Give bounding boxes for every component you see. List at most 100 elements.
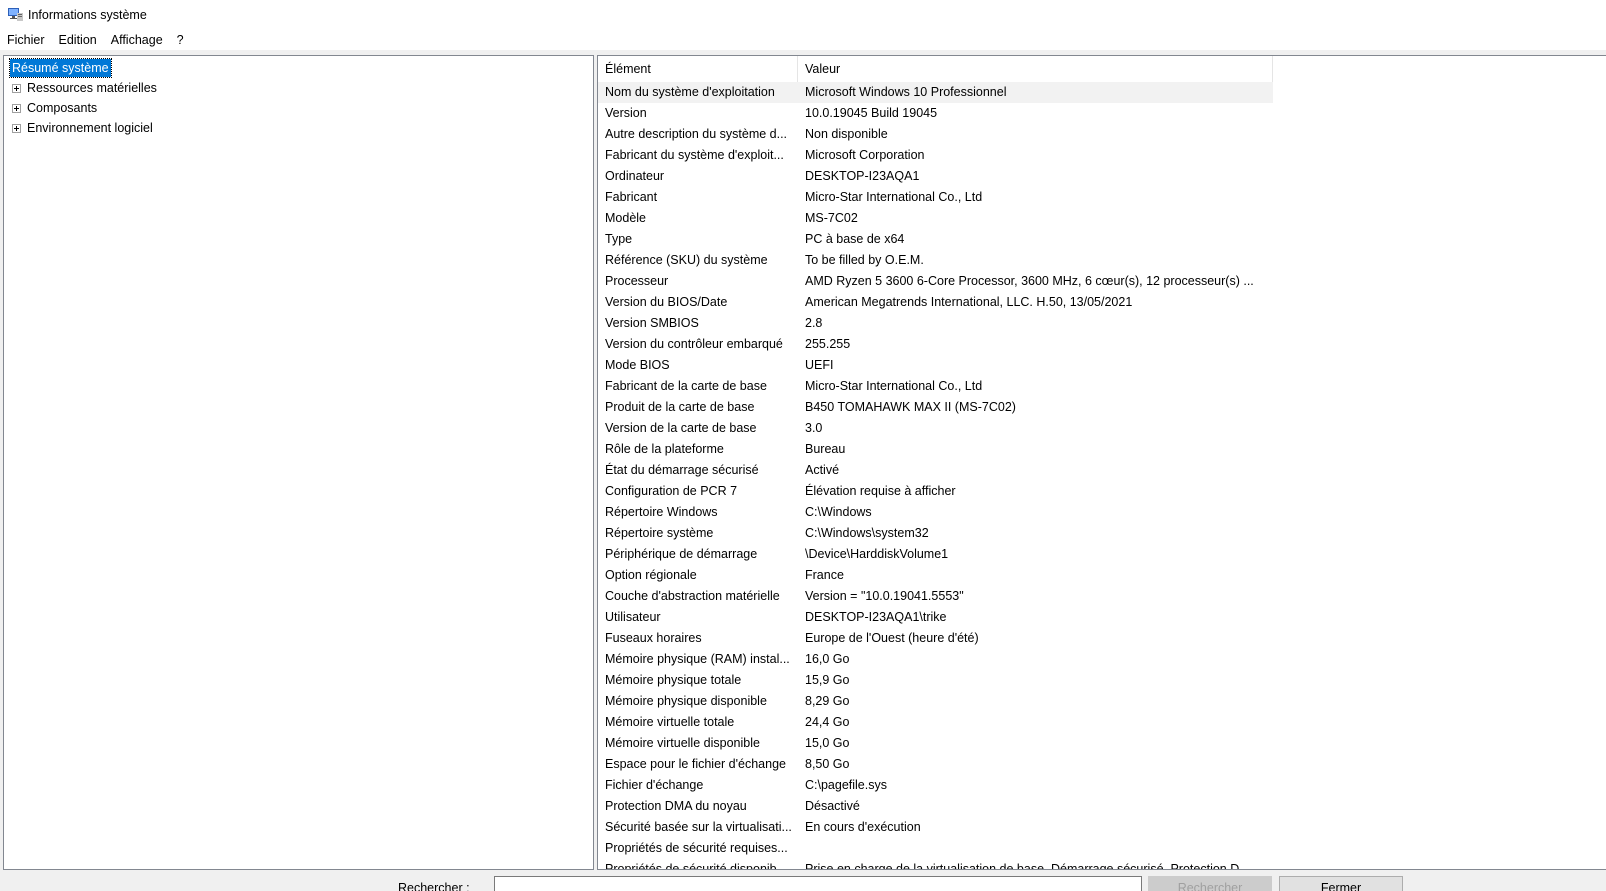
search-bar: Rechercher : Rechercher Fermer: [0, 872, 1606, 891]
table-row[interactable]: Sécurité basée sur la virtualisati... En …: [598, 817, 1606, 838]
table-row[interactable]: Mémoire physique disponible 8,29 Go: [598, 691, 1606, 712]
tree-item-system-summary[interactable]: Résumé système: [9, 58, 112, 78]
cell-element: Ordinateur: [605, 169, 665, 183]
search-input[interactable]: [494, 876, 1142, 891]
tree-item-label: Environnement logiciel: [27, 121, 153, 135]
table-row[interactable]: Mémoire physique (RAM) instal... 16,0 Go: [598, 649, 1606, 670]
cell-value: Europe de l'Ouest (heure d'été): [805, 631, 979, 645]
search-button[interactable]: Rechercher: [1148, 876, 1272, 891]
table-row[interactable]: État du démarrage sécurisé Activé: [598, 460, 1606, 481]
cell-element: Nom du système d'exploitation: [598, 82, 798, 103]
cell-element: Espace pour le fichier d'échange: [605, 757, 786, 771]
cell-element: Autre description du système d...: [605, 127, 788, 141]
menu-view[interactable]: Affichage: [104, 30, 170, 50]
table-row[interactable]: Répertoire Windows C:\Windows: [598, 502, 1606, 523]
cell-element: Version SMBIOS: [605, 316, 699, 330]
table-row[interactable]: Fabricant du système d'exploit... Microso…: [598, 145, 1606, 166]
table-row[interactable]: Configuration de PCR 7 Élévation requise …: [598, 481, 1606, 502]
cell-value: 16,0 Go: [805, 652, 850, 666]
table-row[interactable]: Version de la carte de base 3.0: [598, 418, 1606, 439]
cell-value: DESKTOP-I23AQA1: [805, 169, 920, 183]
tree-item-label: Ressources matérielles: [27, 81, 157, 95]
cell-element: Mode BIOS: [605, 358, 670, 372]
cell-element: Périphérique de démarrage: [605, 547, 758, 561]
tree-item-components[interactable]: Composants: [12, 99, 97, 117]
cell-element: Rôle de la plateforme: [605, 442, 724, 456]
category-tree[interactable]: Résumé système Ressources matérielles Co…: [3, 55, 594, 870]
cell-element: Fichier d'échange: [605, 778, 704, 792]
cell-element: Utilisateur: [605, 610, 661, 624]
expand-plus-icon[interactable]: [12, 84, 21, 94]
menu-help[interactable]: ?: [170, 30, 191, 50]
table-row[interactable]: Périphérique de démarrage \Device\Harddis…: [598, 544, 1606, 565]
table-row[interactable]: Type PC à base de x64: [598, 229, 1606, 250]
column-header-element[interactable]: Élément: [598, 56, 798, 82]
cell-value: Désactivé: [805, 799, 860, 813]
table-row[interactable]: Mémoire virtuelle totale 24,4 Go: [598, 712, 1606, 733]
table-row[interactable]: Mémoire virtuelle disponible 15,0 Go: [598, 733, 1606, 754]
cell-element: Mémoire physique totale: [605, 673, 742, 687]
cell-value: 255.255: [805, 337, 851, 351]
menu-bar: Fichier Edition Affichage ?: [0, 30, 1606, 50]
cell-value: En cours d'exécution: [805, 820, 921, 834]
cell-element: Sécurité basée sur la virtualisati...: [605, 820, 792, 834]
column-header-value[interactable]: Valeur: [798, 56, 1273, 82]
expand-plus-icon[interactable]: [12, 124, 21, 134]
expand-plus-icon[interactable]: [12, 104, 21, 114]
table-row[interactable]: Fabricant Micro-Star International Co., L…: [598, 187, 1606, 208]
cell-value: Microsoft Corporation: [805, 148, 925, 162]
table-row[interactable]: Fabricant de la carte de base Micro-Star …: [598, 376, 1606, 397]
cell-element: Mémoire virtuelle disponible: [605, 736, 760, 750]
table-row[interactable]: Version du BIOS/Date American Megatrends …: [598, 292, 1606, 313]
table-row[interactable]: Rôle de la plateforme Bureau: [598, 439, 1606, 460]
table-row[interactable]: Option régionale France: [598, 565, 1606, 586]
table-row[interactable]: Fichier d'échange C:\pagefile.sys: [598, 775, 1606, 796]
cell-value: 2.8: [805, 316, 823, 330]
table-row[interactable]: Autre description du système d... Non dis…: [598, 124, 1606, 145]
table-row[interactable]: Processeur AMD Ryzen 5 3600 6-Core Proces…: [598, 271, 1606, 292]
table-row[interactable]: Répertoire système C:\Windows\system32: [598, 523, 1606, 544]
cell-element: Produit de la carte de base: [605, 400, 755, 414]
cell-value: Prise en charge de la virtualisation de …: [805, 862, 1250, 870]
table-row[interactable]: Fuseaux horaires Europe de l'Ouest (heure…: [598, 628, 1606, 649]
cell-value: C:\Windows: [805, 505, 872, 519]
table-row[interactable]: Modèle MS-7C02: [598, 208, 1606, 229]
cell-element: Mémoire physique (RAM) instal...: [605, 652, 790, 666]
system-information-window: Informations système Fichier Edition Aff…: [0, 0, 1606, 891]
close-button[interactable]: Fermer: [1279, 876, 1403, 891]
details-list[interactable]: Élément Valeur Nom du système d'exploita…: [597, 55, 1606, 870]
cell-element: Configuration de PCR 7: [605, 484, 738, 498]
cell-element: Protection DMA du noyau: [605, 799, 747, 813]
table-row[interactable]: Utilisateur DESKTOP-I23AQA1\trike: [598, 607, 1606, 628]
table-row[interactable]: Mode BIOS UEFI: [598, 355, 1606, 376]
table-row[interactable]: Nom du système d'exploitation Microsoft W…: [598, 82, 1606, 103]
cell-value: B450 TOMAHAWK MAX II (MS-7C02): [805, 400, 1016, 414]
system-info-app-icon: [8, 8, 23, 21]
table-row[interactable]: Référence (SKU) du système To be filled b…: [598, 250, 1606, 271]
cell-value: AMD Ryzen 5 3600 6-Core Processor, 3600 …: [805, 274, 1254, 288]
tree-item-hardware-resources[interactable]: Ressources matérielles: [12, 79, 157, 97]
cell-element: État du démarrage sécurisé: [605, 463, 759, 477]
table-row[interactable]: Couche d'abstraction matérielle Version =…: [598, 586, 1606, 607]
cell-value: 15,0 Go: [805, 736, 850, 750]
table-row[interactable]: Espace pour le fichier d'échange 8,50 Go: [598, 754, 1606, 775]
cell-value: Micro-Star International Co., Ltd: [805, 190, 983, 204]
table-row[interactable]: Version SMBIOS 2.8: [598, 313, 1606, 334]
cell-value: Micro-Star International Co., Ltd: [805, 379, 983, 393]
cell-element: Fabricant: [605, 190, 658, 204]
table-row[interactable]: Produit de la carte de base B450 TOMAHAWK…: [598, 397, 1606, 418]
table-row[interactable]: Ordinateur DESKTOP-I23AQA1: [598, 166, 1606, 187]
table-row[interactable]: Mémoire physique totale 15,9 Go: [598, 670, 1606, 691]
cell-element: Fabricant de la carte de base: [605, 379, 767, 393]
table-row[interactable]: Version du contrôleur embarqué 255.255: [598, 334, 1606, 355]
table-row[interactable]: Propriétés de sécurité disponib... Prise …: [598, 859, 1606, 870]
table-row[interactable]: Protection DMA du noyau Désactivé: [598, 796, 1606, 817]
menu-edit[interactable]: Edition: [52, 30, 104, 50]
menu-file[interactable]: Fichier: [0, 30, 52, 50]
cell-element: Répertoire système: [605, 526, 714, 540]
tree-item-software-environment[interactable]: Environnement logiciel: [12, 119, 153, 137]
table-row[interactable]: Version 10.0.19045 Build 19045: [598, 103, 1606, 124]
table-row[interactable]: Propriétés de sécurité requises...: [598, 838, 1606, 859]
search-label: Rechercher :: [398, 881, 470, 891]
cell-value: 15,9 Go: [805, 673, 850, 687]
